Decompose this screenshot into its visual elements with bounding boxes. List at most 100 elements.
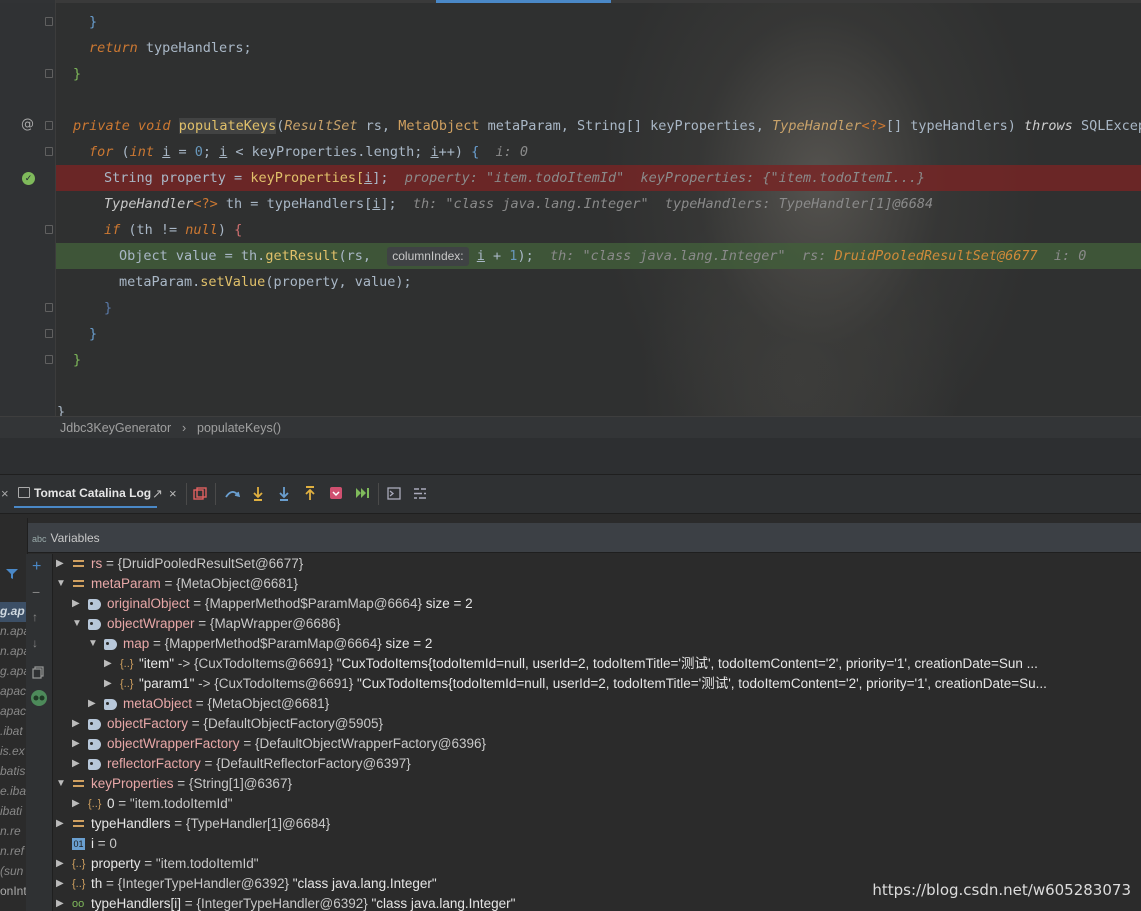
code-line[interactable]: private void populateKeys(ResultSet rs, … bbox=[56, 113, 1141, 139]
expand-arrow-icon[interactable]: ▶ bbox=[72, 594, 80, 614]
variable-row[interactable]: ▶ {..} "item" -> {CuxTodoItems@6691} "CuxT… bbox=[54, 654, 1141, 674]
variable-row[interactable]: ▶ {..} "param1" -> {CuxTodoItems@6691} "Cu… bbox=[54, 674, 1141, 694]
variable-row[interactable]: ▶ {..} 0 = "item.todoItemId" bbox=[54, 794, 1141, 814]
frame-item[interactable]: .ibat bbox=[0, 724, 23, 738]
frame-item[interactable]: apac bbox=[0, 704, 26, 718]
variable-row[interactable]: ▶ rs = {DruidPooledResultSet@6677} bbox=[54, 554, 1141, 574]
close-icon[interactable]: × bbox=[169, 486, 177, 502]
breakpoint-line[interactable]: String property = keyProperties[i]; prop… bbox=[56, 165, 1141, 191]
show-execution-point-icon[interactable] bbox=[193, 487, 207, 501]
code-line[interactable]: } bbox=[56, 295, 1141, 321]
run-to-cursor-icon[interactable] bbox=[355, 487, 369, 499]
fold-icon[interactable] bbox=[45, 121, 53, 130]
pin-icon[interactable]: ↗ bbox=[152, 486, 163, 502]
frame-item[interactable]: n.apa bbox=[0, 624, 27, 638]
fold-icon[interactable] bbox=[45, 225, 53, 234]
fold-icon[interactable] bbox=[45, 69, 53, 78]
expand-arrow-icon[interactable]: ▶ bbox=[72, 794, 80, 814]
frame-item[interactable]: ibati bbox=[0, 804, 22, 818]
collapse-arrow-icon[interactable]: ▼ bbox=[88, 634, 98, 654]
filter-icon[interactable] bbox=[6, 568, 18, 580]
move-down-icon[interactable]: ↓ bbox=[32, 636, 38, 650]
expand-arrow-icon[interactable]: ▶ bbox=[56, 554, 64, 574]
frame-item[interactable]: g.apa bbox=[0, 664, 27, 678]
move-up-icon[interactable]: ↑ bbox=[32, 610, 38, 624]
editor-gutter[interactable]: @ ✓ bbox=[0, 0, 56, 416]
variable-row[interactable]: ▶ objectFactory = {DefaultObjectFactory@5… bbox=[54, 714, 1141, 734]
expand-arrow-icon[interactable]: ▶ bbox=[56, 894, 64, 911]
frame-item[interactable]: n.ref bbox=[0, 844, 24, 858]
frame-item[interactable]: e.iba bbox=[0, 784, 26, 798]
fold-icon[interactable] bbox=[45, 17, 53, 26]
frame-item[interactable]: apac bbox=[0, 684, 26, 698]
variable-row[interactable]: ▼ keyProperties = {String[1]@6367} bbox=[54, 774, 1141, 794]
variable-row[interactable]: ▼ objectWrapper = {MapWrapper@6686} bbox=[54, 614, 1141, 634]
code-editor[interactable]: @ ✓ } return typeHandlers; } private voi… bbox=[0, 0, 1141, 416]
fold-icon[interactable] bbox=[45, 147, 53, 156]
step-into-icon[interactable] bbox=[251, 486, 265, 502]
code-line[interactable]: } bbox=[56, 399, 1141, 416]
breadcrumb-class[interactable]: Jdbc3KeyGenerator bbox=[60, 421, 171, 435]
expand-arrow-icon[interactable]: ▶ bbox=[56, 874, 64, 894]
code-line[interactable]: } bbox=[56, 9, 1141, 35]
expand-arrow-icon[interactable]: ▶ bbox=[88, 694, 96, 714]
trace-settings-icon[interactable] bbox=[413, 487, 427, 500]
fold-icon[interactable] bbox=[45, 355, 53, 364]
fold-icon[interactable] bbox=[45, 329, 53, 338]
expand-arrow-icon[interactable]: ▶ bbox=[72, 754, 80, 774]
code-line[interactable]: if (th != null) { bbox=[56, 217, 1141, 243]
drop-frame-icon[interactable] bbox=[329, 486, 343, 500]
variable-row[interactable]: ▼ map = {MapperMethod$ParamMap@6664} size… bbox=[54, 634, 1141, 654]
remove-watch-icon[interactable]: − bbox=[32, 584, 40, 600]
fold-icon[interactable] bbox=[45, 303, 53, 312]
step-over-icon[interactable] bbox=[224, 487, 240, 501]
evaluate-expression-icon[interactable] bbox=[387, 487, 401, 500]
step-out-icon[interactable] bbox=[303, 486, 317, 502]
variable-entry: property = "item.todoItemId" bbox=[91, 854, 259, 874]
expand-arrow-icon[interactable]: ▶ bbox=[56, 814, 64, 834]
expand-arrow-icon[interactable]: ▶ bbox=[72, 714, 80, 734]
frame-item[interactable]: onInt bbox=[0, 884, 27, 898]
code-line[interactable]: for (int i = 0; i < keyProperties.length… bbox=[56, 139, 1141, 165]
variable-row[interactable]: ▼ metaParam = {MetaObject@6681} bbox=[54, 574, 1141, 594]
variable-row[interactable]: ▶ {..} property = "item.todoItemId" bbox=[54, 854, 1141, 874]
execution-line[interactable]: Object value = th.getResult(rs, columnIn… bbox=[56, 243, 1141, 269]
frame-item[interactable]: n.re bbox=[0, 824, 21, 838]
variable-row[interactable]: ▶ objectWrapperFactory = {DefaultObjectWr… bbox=[54, 734, 1141, 754]
copy-icon[interactable] bbox=[32, 666, 45, 679]
code-line[interactable]: TypeHandler<?> th = typeHandlers[i]; th:… bbox=[56, 191, 1141, 217]
expand-arrow-icon[interactable]: ▶ bbox=[104, 674, 112, 694]
tab-tomcat-catalina-log[interactable]: Tomcat Catalina Log bbox=[14, 484, 158, 508]
add-watch-icon[interactable]: + bbox=[32, 558, 41, 576]
code-line[interactable]: } bbox=[56, 347, 1141, 373]
variables-tree[interactable]: ▶ rs = {DruidPooledResultSet@6677} ▼ metaPa… bbox=[54, 554, 1141, 911]
close-tab-icon[interactable]: × bbox=[1, 486, 9, 502]
breadcrumb-method[interactable]: populateKeys() bbox=[197, 421, 281, 435]
code-line[interactable]: } bbox=[56, 61, 1141, 87]
expand-arrow-icon[interactable]: ▶ bbox=[104, 654, 112, 674]
variable-row[interactable]: ▶ typeHandlers = {TypeHandler[1]@6684} bbox=[54, 814, 1141, 834]
frame-item[interactable]: (sun bbox=[0, 864, 23, 878]
variable-row[interactable]: ▶ metaObject = {MetaObject@6681} bbox=[54, 694, 1141, 714]
watches-glasses-icon[interactable] bbox=[30, 690, 48, 706]
frame-item[interactable]: is.ex bbox=[0, 744, 25, 758]
code-line[interactable]: return typeHandlers; bbox=[56, 35, 1141, 61]
force-step-into-icon[interactable] bbox=[277, 486, 291, 502]
frame-item[interactable]: batis bbox=[0, 764, 25, 778]
override-icon[interactable]: @ bbox=[21, 117, 34, 132]
toolbar-divider bbox=[215, 483, 216, 505]
expand-arrow-icon[interactable]: ▶ bbox=[56, 854, 64, 874]
breakpoint-check-icon[interactable]: ✓ bbox=[22, 172, 35, 185]
variable-row[interactable]: ▶ originalObject = {MapperMethod$ParamMap… bbox=[54, 594, 1141, 614]
collapse-arrow-icon[interactable]: ▼ bbox=[72, 614, 82, 634]
code-line[interactable]: } bbox=[56, 321, 1141, 347]
code-line[interactable]: metaParam.setValue(property, value); bbox=[56, 269, 1141, 295]
frame-item-selected[interactable]: g.ap bbox=[0, 602, 27, 622]
expand-arrow-icon[interactable]: ▶ bbox=[72, 734, 80, 754]
variable-value: = {DefaultReflectorFactory@6397} bbox=[200, 756, 411, 771]
frame-item[interactable]: n.apa bbox=[0, 644, 27, 658]
variable-row[interactable]: 01 i = 0 bbox=[54, 834, 1141, 854]
collapse-arrow-icon[interactable]: ▼ bbox=[56, 574, 66, 594]
variable-row[interactable]: ▶ reflectorFactory = {DefaultReflectorFac… bbox=[54, 754, 1141, 774]
collapse-arrow-icon[interactable]: ▼ bbox=[56, 774, 66, 794]
